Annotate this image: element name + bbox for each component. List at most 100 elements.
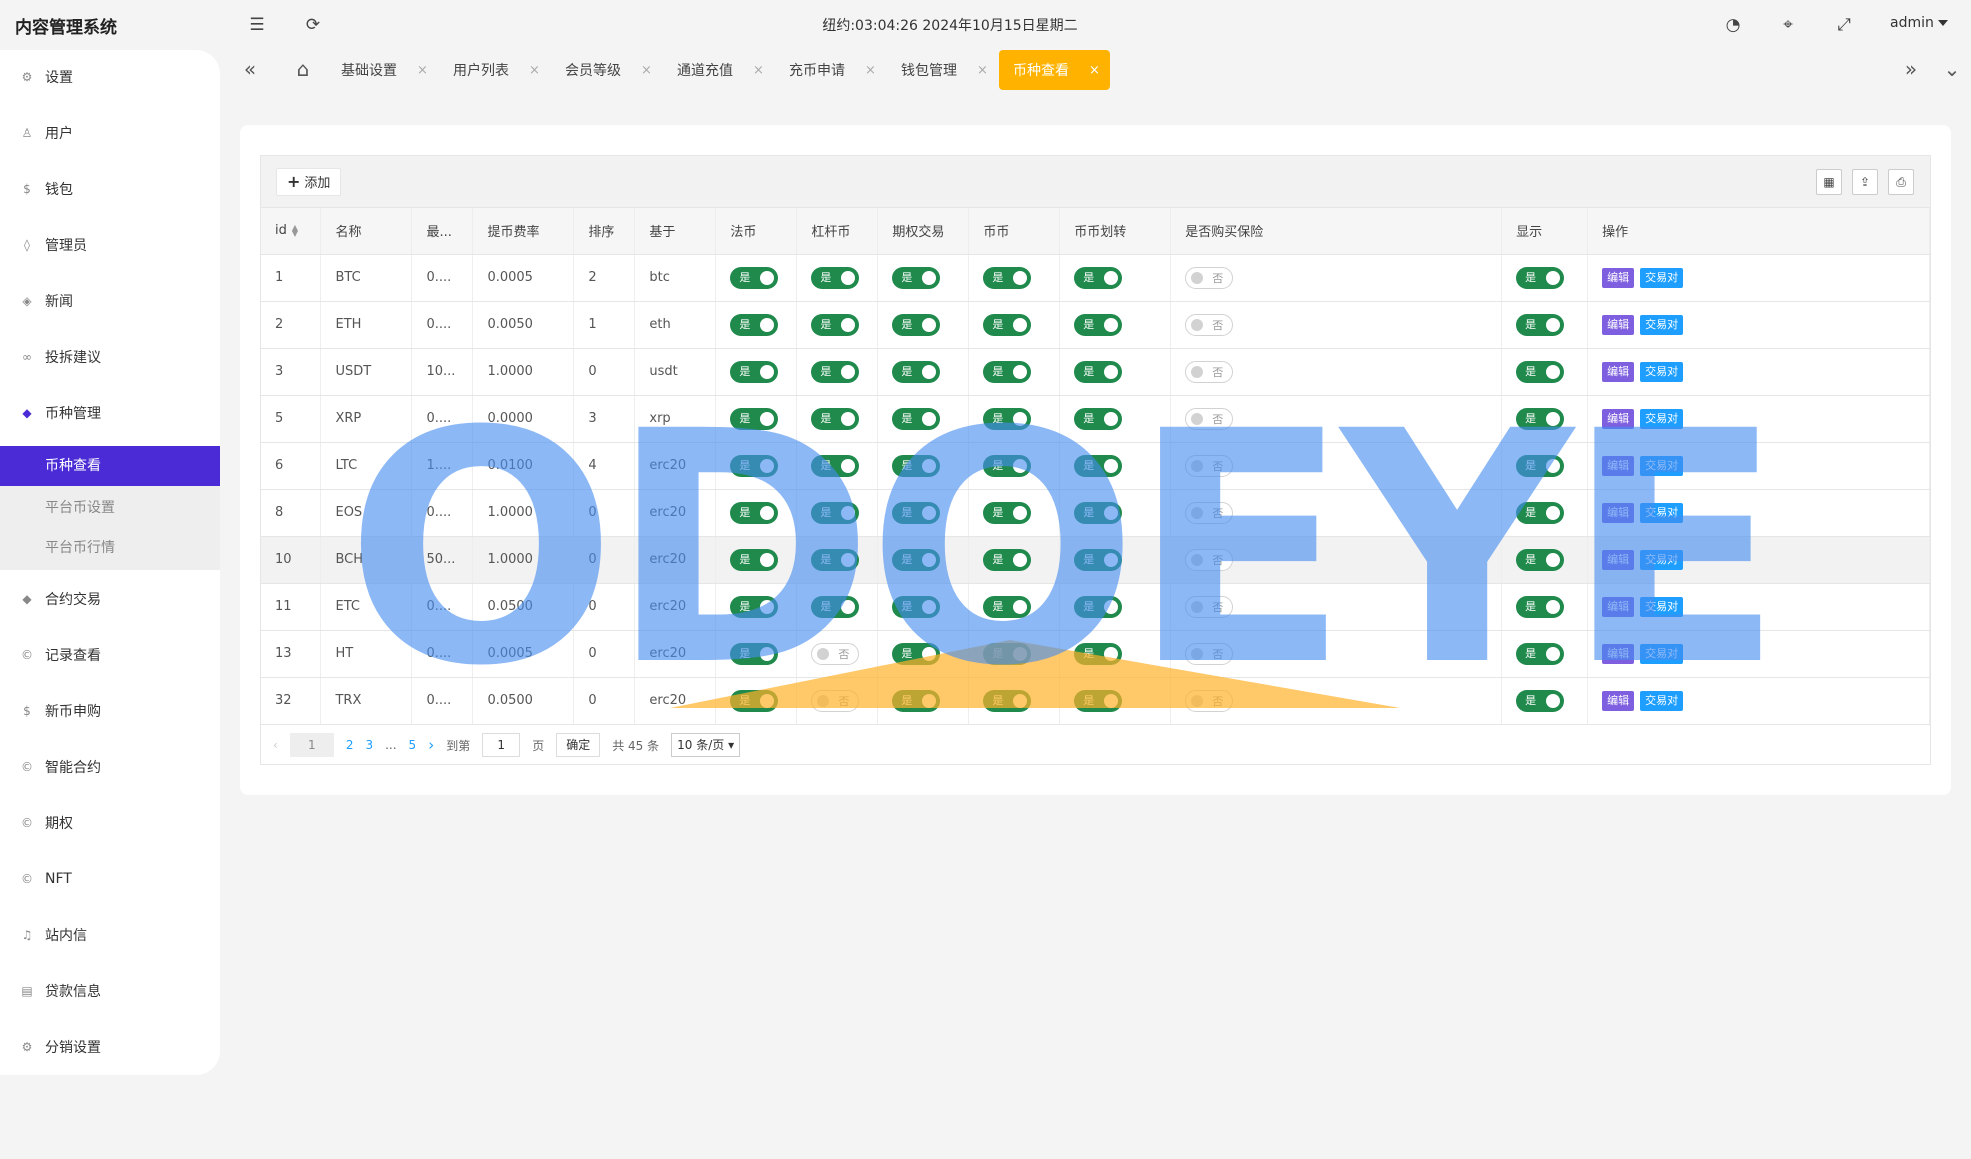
sidebar-item-admins[interactable]: ◊ 管理员: [0, 225, 220, 265]
tab-member-level[interactable]: 会员等级 ×: [551, 50, 652, 90]
toggle-switch-on[interactable]: 是: [1074, 501, 1123, 524]
sidebar-item-news[interactable]: ◈ 新闻: [0, 281, 220, 321]
trading-pair-button[interactable]: 交易对: [1640, 502, 1684, 523]
sidebar-item-new-coin[interactable]: $ 新币申购: [0, 691, 220, 731]
per-page-select[interactable]: 10 条/页 ▾: [671, 733, 741, 757]
toggle-switch-on[interactable]: 是: [1516, 454, 1565, 477]
toggle-switch-on[interactable]: 是: [892, 689, 941, 712]
toggle-switch-on[interactable]: 是: [1074, 313, 1123, 336]
toggle-switch-on[interactable]: 是: [730, 407, 779, 430]
sidebar-item-loans[interactable]: ▤ 贷款信息: [0, 971, 220, 1011]
trading-pair-button[interactable]: 交易对: [1640, 690, 1684, 711]
edit-button[interactable]: 编辑: [1602, 549, 1635, 570]
prev-page-icon[interactable]: ‹: [273, 738, 278, 752]
tab-channel-recharge[interactable]: 通道充值 ×: [663, 50, 764, 90]
submenu-item-platform-coin-quotes[interactable]: 平台币行情: [0, 528, 220, 568]
page-link[interactable]: 5: [409, 738, 417, 752]
tabs-scroll-left-icon[interactable]: «: [235, 50, 265, 90]
trading-pair-button[interactable]: 交易对: [1640, 361, 1684, 382]
toggle-switch-off[interactable]: 否: [1185, 642, 1234, 665]
toggle-switch-off[interactable]: 否: [1185, 454, 1234, 477]
toggle-switch-on[interactable]: 是: [892, 313, 941, 336]
toggle-switch-on[interactable]: 是: [1074, 642, 1123, 665]
toggle-switch-on[interactable]: 是: [1516, 360, 1565, 383]
sidebar-item-distribution[interactable]: ⚙ 分销设置: [0, 1027, 220, 1067]
toggle-switch-off[interactable]: 否: [1185, 407, 1234, 430]
toggle-switch-off[interactable]: 否: [1185, 548, 1234, 571]
toggle-switch-on[interactable]: 是: [1074, 454, 1123, 477]
toggle-switch-on[interactable]: 是: [892, 642, 941, 665]
toggle-switch-on[interactable]: 是: [983, 548, 1032, 571]
next-page-icon[interactable]: ›: [428, 736, 434, 754]
toggle-switch-on[interactable]: 是: [983, 454, 1032, 477]
sidebar-item-settings[interactable]: ⚙ 设置: [0, 57, 220, 97]
tab-currency-view[interactable]: 币种查看 ×: [999, 50, 1110, 90]
toggle-switch-on[interactable]: 是: [730, 454, 779, 477]
sidebar-item-users[interactable]: ♙ 用户: [0, 113, 220, 153]
edit-button[interactable]: 编辑: [1602, 361, 1635, 382]
toggle-switch-off[interactable]: 否: [1185, 360, 1234, 383]
close-icon[interactable]: ×: [977, 63, 988, 78]
toggle-switch-on[interactable]: 是: [1516, 595, 1565, 618]
toggle-switch-on[interactable]: 是: [730, 689, 779, 712]
toggle-switch-on[interactable]: 是: [811, 454, 860, 477]
home-icon[interactable]: ⌂: [288, 50, 318, 90]
edit-button[interactable]: 编辑: [1602, 267, 1635, 288]
toggle-switch-on[interactable]: 是: [983, 360, 1032, 383]
toggle-switch-on[interactable]: 是: [730, 313, 779, 336]
toggle-switch-off[interactable]: 否: [1185, 501, 1234, 524]
edit-button[interactable]: 编辑: [1602, 690, 1635, 711]
trading-pair-button[interactable]: 交易对: [1640, 549, 1684, 570]
trading-pair-button[interactable]: 交易对: [1640, 596, 1684, 617]
toggle-switch-on[interactable]: 是: [811, 595, 860, 618]
sidebar-item-options[interactable]: © 期权: [0, 803, 220, 843]
toggle-switch-on[interactable]: 是: [892, 360, 941, 383]
page-current[interactable]: 1: [289, 733, 334, 757]
toggle-switch-on[interactable]: 是: [892, 407, 941, 430]
toggle-switch-on[interactable]: 是: [730, 266, 779, 289]
user-menu[interactable]: admin: [1890, 15, 1948, 31]
toggle-switch-on[interactable]: 是: [1074, 548, 1123, 571]
toggle-switch-on[interactable]: 是: [983, 266, 1032, 289]
columns-filter-icon[interactable]: ▦: [1816, 169, 1842, 195]
collapse-menu-icon[interactable]: ☰: [246, 14, 268, 36]
sidebar-item-records[interactable]: © 记录查看: [0, 635, 220, 675]
toggle-switch-off[interactable]: 否: [811, 642, 860, 665]
tab-deposit-request[interactable]: 充币申请 ×: [775, 50, 876, 90]
toggle-switch-on[interactable]: 是: [983, 501, 1032, 524]
toggle-switch-on[interactable]: 是: [1516, 689, 1565, 712]
page-link[interactable]: 2: [346, 738, 354, 752]
toggle-switch-on[interactable]: 是: [1074, 689, 1123, 712]
close-icon[interactable]: ×: [865, 63, 876, 78]
sidebar-item-currency[interactable]: ◆ 币种管理: [0, 393, 220, 433]
theme-icon[interactable]: ◔: [1722, 14, 1744, 36]
export-icon[interactable]: ⇪: [1852, 169, 1878, 195]
trading-pair-button[interactable]: 交易对: [1640, 267, 1684, 288]
toggle-switch-off[interactable]: 否: [1185, 313, 1234, 336]
edit-button[interactable]: 编辑: [1602, 408, 1635, 429]
toggle-switch-on[interactable]: 是: [983, 313, 1032, 336]
toggle-switch-on[interactable]: 是: [983, 595, 1032, 618]
toggle-switch-on[interactable]: 是: [811, 407, 860, 430]
edit-button[interactable]: 编辑: [1602, 314, 1635, 335]
toggle-switch-off[interactable]: 否: [1185, 595, 1234, 618]
toggle-switch-on[interactable]: 是: [811, 548, 860, 571]
toggle-switch-on[interactable]: 是: [811, 360, 860, 383]
toggle-switch-on[interactable]: 是: [1074, 360, 1123, 383]
close-icon[interactable]: ×: [417, 63, 428, 78]
toggle-switch-on[interactable]: 是: [1516, 407, 1565, 430]
submenu-item-platform-coin-settings[interactable]: 平台币设置: [0, 488, 220, 528]
close-icon[interactable]: ×: [641, 63, 652, 78]
sort-icon[interactable]: ▲ ▼: [292, 223, 298, 237]
close-icon[interactable]: ×: [529, 63, 540, 78]
toggle-switch-on[interactable]: 是: [1074, 266, 1123, 289]
toggle-switch-on[interactable]: 是: [1074, 595, 1123, 618]
sidebar-item-smart-contract[interactable]: © 智能合约: [0, 747, 220, 787]
toggle-switch-off[interactable]: 否: [811, 689, 860, 712]
close-icon[interactable]: ×: [753, 63, 764, 78]
toggle-switch-on[interactable]: 是: [1516, 548, 1565, 571]
toggle-switch-on[interactable]: 是: [811, 501, 860, 524]
toggle-switch-on[interactable]: 是: [892, 266, 941, 289]
toggle-switch-on[interactable]: 是: [811, 313, 860, 336]
toggle-switch-on[interactable]: 是: [892, 454, 941, 477]
